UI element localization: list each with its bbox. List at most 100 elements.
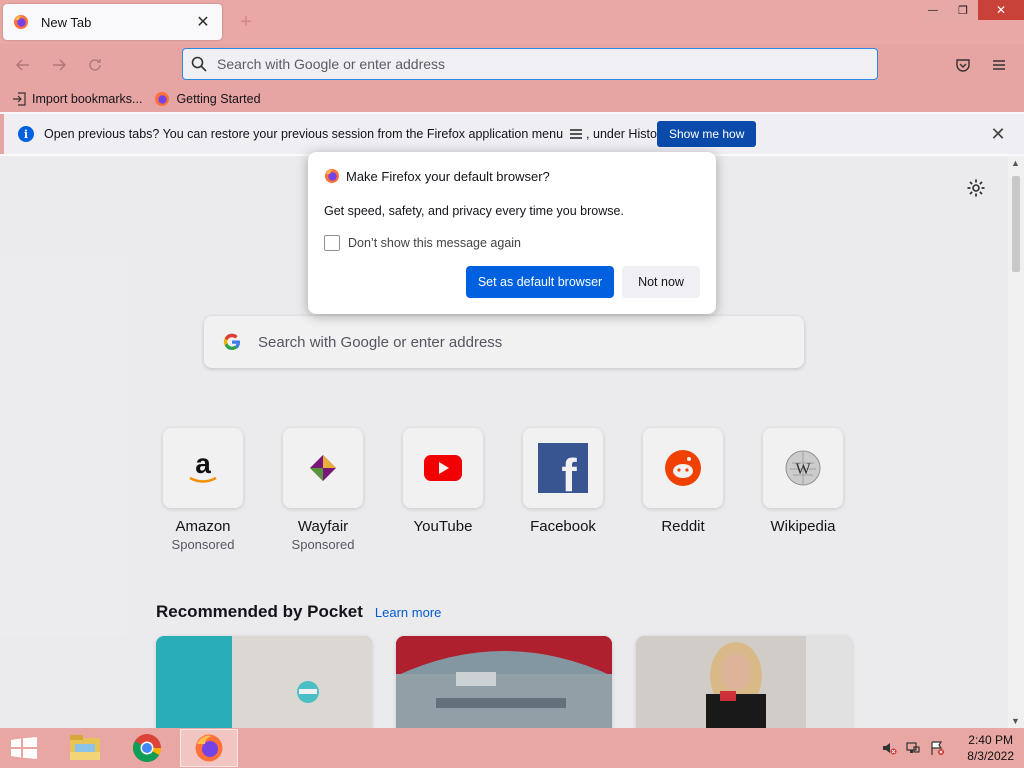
window-controls: — ❐ ✕ bbox=[918, 0, 1024, 20]
gear-icon[interactable] bbox=[966, 178, 986, 198]
url-bar[interactable]: Search with Google or enter address bbox=[182, 48, 878, 80]
reload-button[interactable] bbox=[84, 54, 106, 76]
network-icon[interactable] bbox=[905, 740, 921, 756]
firefox-icon bbox=[14, 15, 28, 29]
bookmark-label: Import bookmarks... bbox=[32, 92, 143, 106]
navigation-toolbar: Search with Google or enter address bbox=[0, 44, 1024, 86]
pocket-title: Recommended by Pocket bbox=[156, 602, 363, 621]
top-site-reddit[interactable]: Reddit bbox=[643, 428, 723, 552]
card-image bbox=[396, 636, 612, 728]
tab-new-tab[interactable]: New Tab ✕ bbox=[3, 4, 222, 40]
bookmark-label: Getting Started bbox=[176, 92, 261, 106]
hamburger-menu-icon bbox=[570, 129, 583, 139]
svg-text:a: a bbox=[195, 448, 211, 479]
close-window-button[interactable]: ✕ bbox=[978, 0, 1024, 20]
restore-button[interactable]: ❐ bbox=[948, 0, 978, 20]
tile-label: Wikipedia bbox=[770, 518, 836, 535]
infobar-message: Open previous tabs? You can restore your… bbox=[44, 127, 564, 141]
close-tab-icon[interactable]: ✕ bbox=[194, 13, 212, 31]
taskbar-chrome[interactable] bbox=[118, 729, 176, 767]
pocket-icon bbox=[956, 59, 970, 72]
card-image bbox=[706, 636, 852, 728]
tile-box bbox=[403, 428, 483, 508]
firefox-icon bbox=[195, 734, 223, 762]
top-site-youtube[interactable]: YouTube bbox=[403, 428, 483, 552]
taskbar-file-explorer[interactable] bbox=[56, 729, 114, 767]
pocket-cards bbox=[156, 636, 852, 728]
tile-sponsored-label: Sponsored bbox=[291, 537, 355, 552]
top-sites: a Amazon Sponsored Wayfair Sponsored You… bbox=[163, 428, 843, 552]
tile-box: a bbox=[163, 428, 243, 508]
bookmark-getting-started[interactable]: Getting Started bbox=[154, 91, 261, 107]
top-site-wikipedia[interactable]: W Wikipedia bbox=[763, 428, 843, 552]
tile-box bbox=[283, 428, 363, 508]
dialog-title: Make Firefox your default browser? bbox=[346, 168, 550, 184]
system-tray: 2:40 PM 8/3/2022 bbox=[881, 728, 1014, 768]
back-button[interactable] bbox=[12, 54, 34, 76]
session-restore-infobar: i Open previous tabs? You can restore yo… bbox=[0, 114, 1024, 154]
close-infobar-icon[interactable]: ✕ bbox=[988, 124, 1008, 144]
page-search-box[interactable]: Search with Google or enter address bbox=[204, 316, 804, 368]
dialog-title-row: Make Firefox your default browser? bbox=[324, 168, 550, 184]
scroll-up-arrow-icon[interactable]: ▲ bbox=[1011, 158, 1020, 168]
wikipedia-icon: W bbox=[785, 450, 821, 486]
forward-button[interactable] bbox=[48, 54, 70, 76]
title-bar: New Tab ✕ + — ❐ ✕ bbox=[0, 0, 1024, 44]
svg-text:f: f bbox=[561, 449, 577, 493]
hamburger-menu-icon bbox=[993, 60, 1005, 70]
top-site-amazon[interactable]: a Amazon Sponsored bbox=[163, 428, 243, 552]
url-bar-placeholder: Search with Google or enter address bbox=[217, 56, 446, 72]
tile-label: Wayfair bbox=[297, 518, 349, 535]
firefox-icon bbox=[155, 92, 170, 106]
tab-title: New Tab bbox=[41, 14, 92, 30]
tile-label: Reddit bbox=[661, 518, 705, 535]
pocket-button[interactable] bbox=[952, 54, 974, 76]
reload-icon bbox=[89, 59, 101, 71]
tile-sponsored-label: Sponsored bbox=[171, 537, 235, 552]
google-icon bbox=[223, 333, 240, 351]
dont-show-again-checkbox[interactable] bbox=[324, 235, 340, 251]
page-search-placeholder: Search with Google or enter address bbox=[258, 333, 503, 351]
tile-label: YouTube bbox=[413, 518, 473, 535]
pocket-section-header: Recommended by Pocket Learn more bbox=[156, 602, 441, 622]
clock-time: 2:40 PM bbox=[968, 733, 1013, 747]
tile-box: f bbox=[523, 428, 603, 508]
pocket-card[interactable] bbox=[396, 636, 612, 728]
scroll-thumb[interactable] bbox=[1012, 176, 1020, 272]
volume-muted-icon[interactable] bbox=[881, 740, 897, 756]
pocket-card[interactable] bbox=[156, 636, 372, 728]
taskbar-firefox[interactable] bbox=[180, 729, 238, 767]
pocket-card[interactable] bbox=[636, 636, 852, 728]
page-scrollbar[interactable]: ▲ ▼ bbox=[1008, 156, 1024, 728]
top-site-wayfair[interactable]: Wayfair Sponsored bbox=[283, 428, 363, 552]
start-button[interactable] bbox=[0, 728, 48, 768]
pocket-learn-more-link[interactable]: Learn more bbox=[375, 605, 441, 620]
wayfair-icon bbox=[310, 455, 336, 481]
application-menu-button[interactable] bbox=[988, 54, 1010, 76]
top-site-facebook[interactable]: f Facebook bbox=[523, 428, 603, 552]
amazon-icon: a bbox=[189, 448, 217, 483]
windows-logo-icon bbox=[11, 737, 37, 759]
scroll-down-arrow-icon[interactable]: ▼ bbox=[1011, 716, 1020, 726]
show-me-how-button[interactable]: Show me how bbox=[657, 121, 757, 147]
not-now-button[interactable]: Not now bbox=[622, 266, 700, 298]
bookmark-import[interactable]: Import bookmarks... bbox=[12, 92, 142, 106]
card-image bbox=[232, 636, 372, 728]
youtube-icon bbox=[424, 455, 462, 481]
tile-label: Facebook bbox=[530, 518, 596, 535]
chrome-icon bbox=[133, 734, 161, 762]
tile-box: W bbox=[763, 428, 843, 508]
set-default-browser-button[interactable]: Set as default browser bbox=[466, 266, 614, 298]
action-center-flag-icon[interactable] bbox=[929, 740, 945, 756]
tile-box bbox=[643, 428, 723, 508]
minimize-button[interactable]: — bbox=[918, 0, 948, 20]
arrow-right-icon bbox=[53, 59, 67, 71]
firefox-icon bbox=[325, 169, 339, 183]
dont-show-again-checkbox-row[interactable]: Don’t show this message again bbox=[324, 235, 521, 251]
bookmarks-toolbar: Import bookmarks... Getting Started bbox=[0, 86, 1024, 112]
default-browser-dialog: Make Firefox your default browser? Get s… bbox=[308, 152, 716, 314]
arrow-left-icon bbox=[15, 59, 29, 71]
import-icon bbox=[13, 92, 26, 106]
new-tab-button[interactable]: + bbox=[236, 12, 256, 32]
taskbar-clock[interactable]: 2:40 PM 8/3/2022 bbox=[967, 732, 1014, 764]
